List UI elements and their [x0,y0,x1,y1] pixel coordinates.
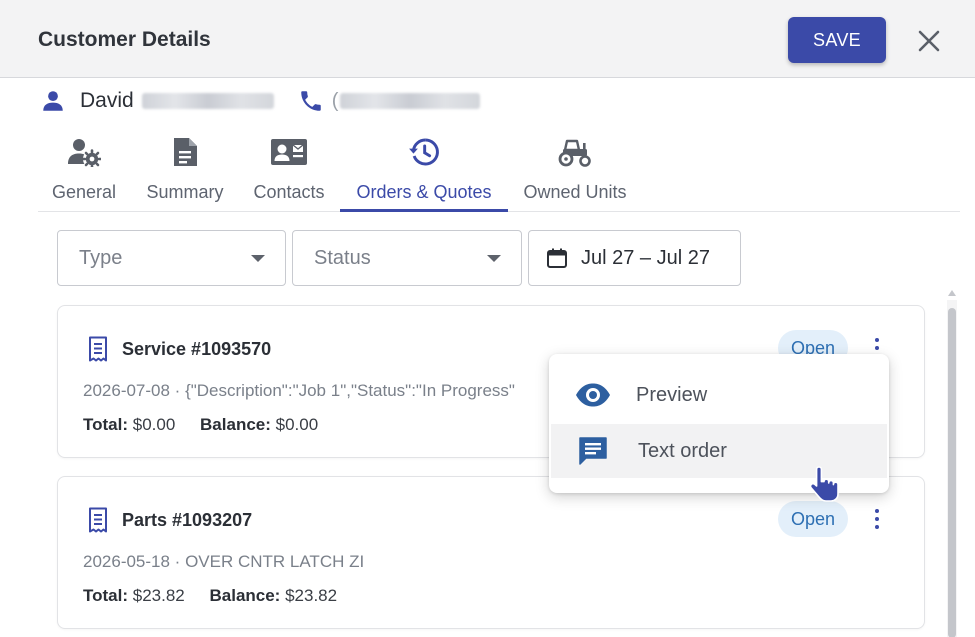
type-filter-select[interactable]: Type [57,230,286,286]
total-label: Total: [83,586,129,605]
tab-owned-units[interactable]: Owned Units [518,128,632,211]
status-filter-placeholder: Status [314,246,371,269]
redacted-last-name [141,93,274,109]
tab-label: Owned Units [523,182,627,202]
kebab-dot [875,338,879,342]
dialog-title: Customer Details [38,28,211,51]
redacted-phone-number [340,93,481,109]
order-card[interactable]: Parts #1093207 Open 2026-05-18 · OVER CN… [57,476,925,629]
tractor-icon [558,139,591,167]
close-icon [918,30,940,52]
tab-orders-quotes[interactable]: Orders & Quotes [340,128,508,212]
person-icon [43,91,63,111]
status-filter-select[interactable]: Status [292,230,522,286]
kebab-dot [875,525,879,529]
customer-info: David ( [40,86,481,116]
message-icon [579,437,607,465]
order-title: Service #1093570 [86,336,271,362]
order-totals: Total: $23.82 Balance: $23.82 [83,586,337,606]
phone-icon [300,91,321,111]
order-subtitle: 2026-07-08 · {"Description":"Job 1","Sta… [83,381,515,400]
kebab-dot [875,517,879,521]
receipt-icon [89,507,107,533]
total-label: Total: [83,415,129,434]
balance-label: Balance: [209,586,281,605]
total-value: $0.00 [132,415,176,434]
tab-label: General [51,182,117,202]
order-totals: Total: $0.00 Balance: $0.00 [83,415,318,435]
tab-label: Summary [146,182,224,202]
order-title-text: Service #1093570 [122,338,272,359]
order-title: Parts #1093207 [86,507,252,533]
eye-icon [576,383,610,407]
hand-pointer-cursor [809,466,839,502]
scrollbar-thumb[interactable] [948,308,956,637]
status-badge: Open [778,501,848,537]
balance-value: $0.00 [275,415,319,434]
phone-prefix: ( [331,89,339,112]
more-options-button[interactable] [868,504,886,534]
tab-general[interactable]: General [50,128,118,211]
tab-contacts[interactable]: Contacts [250,128,328,211]
scrollbar[interactable] [947,300,957,637]
chevron-down-icon [251,255,265,262]
chevron-down-icon [487,255,501,262]
type-filter-placeholder: Type [79,246,123,269]
date-range-value: Jul 27 – Jul 27 [581,246,710,269]
dialog-header: Customer Details SAVE [0,0,975,78]
menu-item-label: Preview [636,383,708,406]
tab-bar: General Summary Contacts Orders & Quotes… [38,128,960,212]
total-value: $23.82 [132,586,185,605]
tab-label: Orders & Quotes [356,182,492,202]
balance-label: Balance: [200,415,271,434]
user-gear-icon [68,139,101,167]
contact-card-icon [271,139,307,165]
order-subtitle: 2026-05-18 · OVER CNTR LATCH ZI [83,552,365,571]
tab-label: Contacts [253,182,325,202]
receipt-icon [89,336,107,362]
document-icon [174,138,197,166]
menu-item-preview[interactable]: Preview [549,368,889,422]
balance-value: $23.82 [285,586,338,605]
calendar-icon [547,248,567,268]
menu-item-label: Text order [638,439,727,462]
customer-name: David [80,89,134,112]
date-range-picker[interactable]: Jul 27 – Jul 27 [528,230,741,286]
tab-summary[interactable]: Summary [142,128,228,211]
close-button[interactable] [912,24,946,58]
history-icon [409,138,439,166]
kebab-dot [875,346,879,350]
order-title-text: Parts #1093207 [122,509,253,530]
kebab-dot [875,509,879,513]
save-button[interactable]: SAVE [788,17,886,63]
scroll-up-arrow[interactable] [948,290,956,296]
